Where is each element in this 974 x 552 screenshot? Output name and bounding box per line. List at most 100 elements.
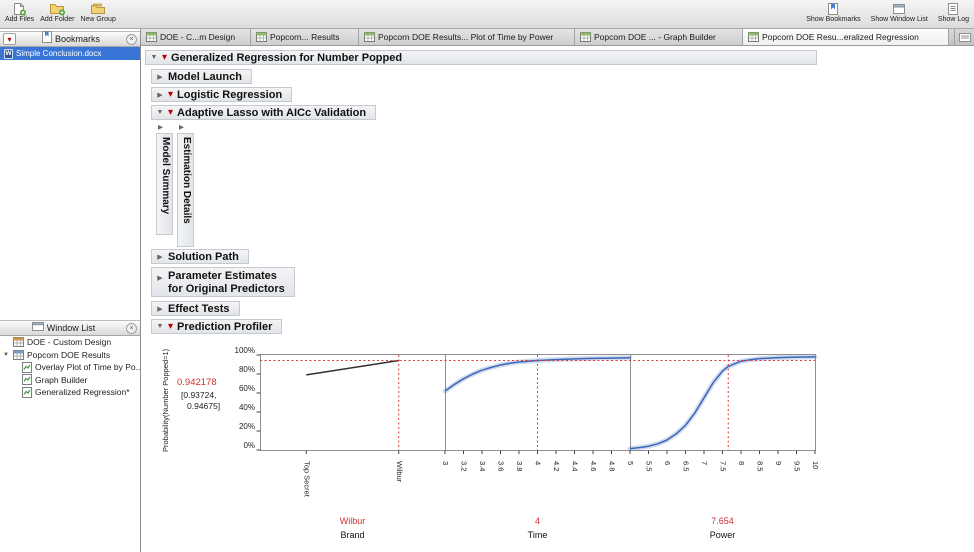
red-triangle-menu-icon[interactable]: ▾ [168,107,173,117]
outline-model-launch[interactable]: ▶ Model Launch [151,69,252,84]
tab-list-button[interactable] [954,29,974,45]
disclosure-collapsed-icon[interactable]: ▶ [156,274,164,282]
close-window-list-icon[interactable]: × [126,322,137,334]
current-value-time[interactable]: 4 [445,516,630,526]
disclosure-collapsed-icon[interactable]: ▶ [156,305,164,313]
outline-title-line1: Parameter Estimates [168,270,277,282]
window-list-item-label: Popcorn DOE Results [27,349,111,360]
disclosure-collapsed-icon[interactable]: ▶ [156,91,164,99]
add-folder-button[interactable]: Add Folder [40,1,74,24]
window-list-item-label: Graph Builder [35,374,88,385]
show-bookmarks-icon [827,1,839,16]
outline-prediction-profiler[interactable]: ▼ ▾ Prediction Profiler [151,319,283,334]
outline-solution-path[interactable]: ▶ Solution Path [151,249,249,264]
tab-generalized-regression[interactable]: Popcorn DOE Resu...eralized Regression [743,29,949,45]
toolbar-button-label: Show Log [937,16,969,23]
disclosure-collapsed-icon[interactable]: ▶ [156,73,164,81]
red-triangle-menu-icon[interactable]: ▾ [168,321,173,331]
window-list-item-overlay-plot[interactable]: Overlay Plot of Time by Po... [0,361,140,374]
tab-overlay-plot[interactable]: Popcorn DOE Results... Plot of Time by P… [359,29,575,45]
x-axis-tick-label: 6.5 [681,461,691,472]
window-list-item-popcorn-doe-results[interactable]: ▼ Popcorn DOE Results [0,349,140,362]
outline-effect-tests[interactable]: ▶ Effect Tests [151,301,240,316]
close-bookmarks-icon[interactable]: × [126,33,137,45]
report-area: ▼ ▾ Generalized Regression for Number Po… [141,46,974,552]
factor-name-power: Power [709,530,736,540]
window-list-icon [31,319,44,337]
x-axis-tick-label: 9.5 [792,461,802,472]
toolbar-button-label: New Group [80,16,116,23]
outline-vertical-model-summary[interactable]: Model Summary [156,133,173,235]
data-table-icon [13,337,24,348]
outline-title: Solution Path [168,250,239,263]
disclosure-collapsed-icon[interactable]: ▶ [179,123,184,131]
red-triangle-menu-button[interactable]: ▾ [3,33,16,45]
disclosure-expanded-icon[interactable]: ▼ [150,54,158,61]
current-value-power[interactable]: 7.654 [630,516,815,526]
toolbar-button-label: Add Files [5,16,35,23]
report-icon [22,386,32,398]
new-group-button[interactable]: New Group [80,1,116,24]
show-log-button[interactable]: Show Log [938,1,969,24]
x-axis-tick-label: 3.4 [478,461,487,472]
window-list: DOE - Custom Design ▼ Popcorn DOE Result… [0,336,140,399]
y-tick-label: 80% [238,365,255,374]
data-table-icon [256,32,267,42]
disclosure-expanded-icon[interactable]: ▼ [3,352,10,358]
disclosure-expanded-icon[interactable]: ▼ [156,109,164,116]
current-value-brand[interactable]: Wilbur [260,516,445,526]
show-window-list-button[interactable]: Show Window List [871,1,928,24]
disclosure-expanded-icon[interactable]: ▼ [156,323,164,330]
report-icon [22,374,32,386]
show-bookmarks-button[interactable]: Show Bookmarks [806,1,861,24]
x-axis-tick-label: 7 [700,461,709,466]
outline-generalized-regression[interactable]: ▼ ▾ Generalized Regression for Number Po… [145,50,817,65]
red-triangle-menu-icon[interactable]: ▾ [168,89,173,99]
tab-label: DOE - C...m Design [160,32,236,42]
add-files-button[interactable]: Add Files [5,1,34,24]
disclosure-collapsed-icon[interactable]: ▶ [156,253,164,261]
toolbar-right-group: Show Bookmarks Show Window List Show Log [806,1,969,24]
window-list-item-doe-custom-design[interactable]: DOE - Custom Design [0,336,140,349]
outline-vertical-estimation-details[interactable]: Estimation Details [177,133,194,247]
tab-doe-custom-design[interactable]: DOE - C...m Design [141,29,251,45]
bookmark-item-label: Simple Conclusion.docx [16,49,102,58]
outline-adaptive-lasso[interactable]: ▼ ▾ Adaptive Lasso with AICc Validation [151,105,377,120]
x-axis-tick-label: Wilbur [394,461,404,483]
x-axis-tick-label: 3 [441,461,450,466]
factor-name-time: Time [527,530,548,540]
x-axis-tick-label: 3.8 [515,461,524,472]
report-icon [22,361,32,373]
toolbar-button-label: Show Window List [870,16,928,23]
window-list-item-generalized-regression[interactable]: Generalized Regression* [0,386,140,399]
x-axis-tick-label: 4.4 [570,461,580,472]
disclosure-collapsed-icon[interactable]: ▶ [158,123,163,131]
window-list-item-graph-builder[interactable]: Graph Builder [0,374,140,387]
x-axis-tick-label: 4.6 [589,461,598,472]
x-axis-tick-label: 4 [533,461,543,466]
jmp-home-window: Add Files Add Folder New Group Show Book… [0,0,974,552]
tab-popcorn-results[interactable]: Popcorn... Results [251,29,359,45]
outline-parameter-estimates[interactable]: ▶ Parameter Estimates for Original Predi… [151,267,295,297]
outline-title: Adaptive Lasso with AICc Validation [177,106,367,119]
outline-title: Generalized Regression for Number Popped [171,51,403,64]
add-files-icon [12,1,27,16]
x-axis-tick-label: 6 [663,461,672,466]
outline-logistic-regression[interactable]: ▶ ▾ Logistic Regression [151,87,293,102]
report-icon [748,32,759,42]
graph-builder-icon [580,32,591,42]
x-axis-tick-label: 8 [737,461,746,466]
x-axis-tick-label: 4.8 [607,461,617,472]
y-tick-label: 40% [238,403,255,412]
x-axis-tick-label: 3.6 [496,461,506,472]
bookmark-item-simple-conclusion[interactable]: W Simple Conclusion.docx [0,47,140,60]
show-window-list-icon [892,1,906,16]
red-triangle-menu-icon[interactable]: ▾ [162,52,167,62]
doe-table-icon [146,32,157,42]
x-axis-tick-label: 3.2 [459,461,469,472]
window-list-item-label: DOE - Custom Design [27,337,112,348]
x-axis-tick-label: 5.5 [644,461,654,472]
profiler-plot[interactable] [256,343,818,458]
tab-label: Popcorn DOE Results... Plot of Time by P… [378,32,554,42]
tab-graph-builder[interactable]: Popcorn DOE ... - Graph Builder [575,29,743,45]
